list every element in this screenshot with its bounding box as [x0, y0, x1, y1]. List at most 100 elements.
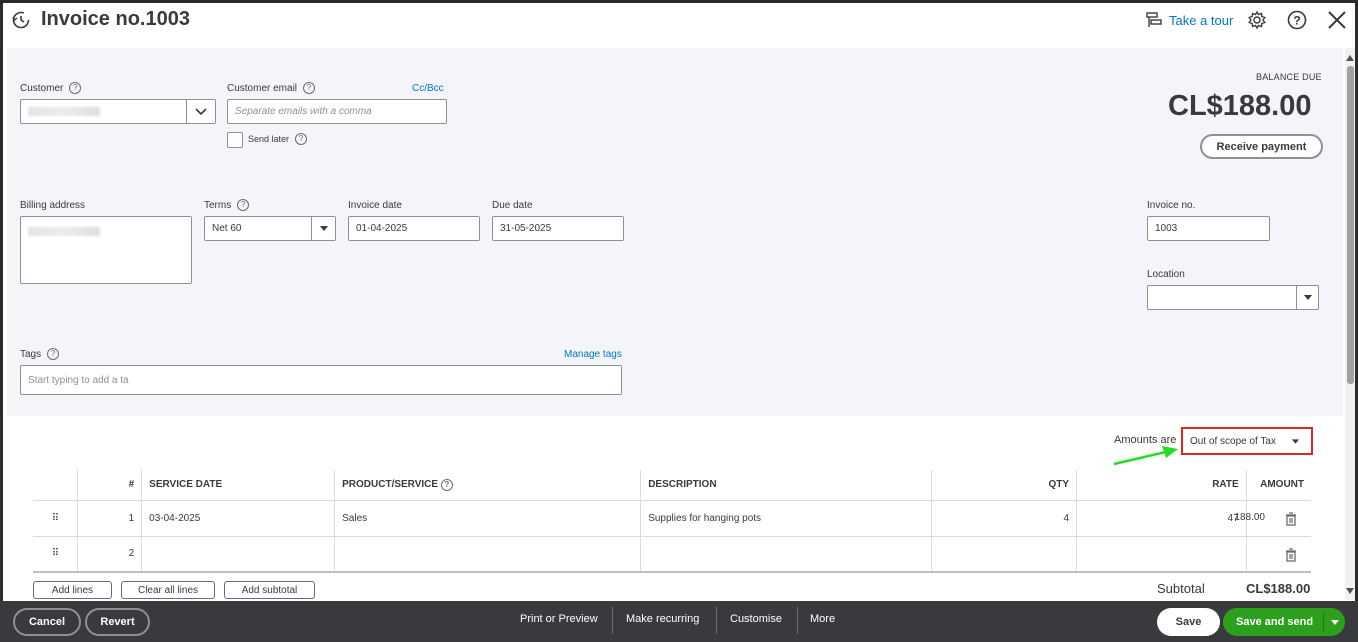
row-description[interactable] [640, 535, 932, 573]
chevron-down-icon[interactable] [186, 100, 215, 123]
send-later-label: Send later? [248, 133, 308, 145]
cc-bcc-link[interactable]: Cc/Bcc [412, 83, 444, 94]
column-header-service-date: SERVICE DATE [141, 470, 335, 500]
scrollbar-thumb[interactable] [1347, 66, 1354, 384]
billing-address-label: Billing address [20, 200, 86, 211]
balance-due-label: BALANCE DUE [1256, 72, 1322, 82]
table-header-row: # SERVICE DATE PRODUCT/SERVICE ? DESCRIP… [33, 470, 1311, 500]
invoice-date-field[interactable]: 01-04-2025 [348, 216, 480, 241]
customer-value-redacted [28, 107, 100, 116]
invoice-no-field[interactable]: 1003 [1147, 216, 1270, 241]
send-later-checkbox[interactable] [227, 132, 243, 148]
caret-down-icon [1292, 439, 1299, 444]
row-amount: 188.00 [1234, 511, 1265, 523]
drag-column-header [33, 470, 77, 500]
footer-divider [612, 607, 613, 634]
save-and-send-button[interactable]: Save and send [1223, 608, 1345, 636]
row-rate[interactable]: 47 [1076, 499, 1247, 536]
help-icon: ? [303, 82, 316, 94]
row-rate[interactable] [1076, 535, 1247, 573]
customise-button[interactable]: Customise [730, 613, 782, 625]
caret-down-icon[interactable] [1331, 620, 1339, 625]
invoice-no-label: Invoice no. [1147, 200, 1196, 211]
row-qty[interactable]: 4 [930, 499, 1077, 536]
location-label: Location [1147, 269, 1185, 280]
help-icon: ? [295, 133, 308, 145]
subtotal-value: CL$188.00 [1246, 581, 1311, 596]
location-select[interactable] [1147, 285, 1319, 310]
svg-text:?: ? [1293, 14, 1300, 28]
row-service-date[interactable] [141, 535, 335, 573]
row-description[interactable]: Supplies for hanging pots [640, 499, 932, 536]
customer-email-label: Customer email? [227, 82, 316, 94]
column-header-description: DESCRIPTION [640, 470, 932, 500]
manage-tags-link[interactable]: Manage tags [564, 349, 622, 360]
billing-address-field[interactable] [20, 216, 192, 284]
save-button[interactable]: Save [1157, 608, 1220, 636]
due-date-field[interactable]: 31-05-2025 [492, 216, 624, 241]
row-product-service[interactable] [334, 535, 641, 573]
due-date-label: Due date [492, 200, 533, 211]
drag-handle-icon[interactable]: ⠿ [33, 499, 78, 536]
footer-divider [797, 607, 798, 634]
terms-value: Net 60 [212, 223, 242, 234]
receive-payment-button[interactable]: Receive payment [1200, 134, 1323, 159]
column-header-number: # [76, 470, 142, 500]
cancel-button[interactable]: Cancel [13, 608, 81, 636]
help-icon[interactable]: ? [1287, 10, 1307, 30]
table-row[interactable]: ⠿ 2 [33, 535, 1311, 573]
recent-history-icon[interactable] [11, 10, 31, 30]
make-recurring-button[interactable]: Make recurring [626, 613, 699, 625]
top-bar: Invoice no.1003 Take a tour ? [3, 3, 1355, 39]
add-lines-button[interactable]: Add lines [33, 581, 112, 599]
column-header-qty: QTY [930, 470, 1077, 500]
tags-placeholder: Start typing to add a ta [28, 374, 129, 386]
row-product-service[interactable]: Sales [334, 499, 641, 536]
add-subtotal-button[interactable]: Add subtotal [224, 581, 315, 599]
table-row[interactable]: ⠿ 1 03-04-2025 Sales Supplies for hangin… [33, 499, 1311, 536]
gear-icon[interactable] [1247, 10, 1267, 30]
revert-button[interactable]: Revert [85, 608, 150, 636]
help-icon: ? [237, 199, 250, 211]
take-tour-label: Take a tour [1169, 12, 1234, 28]
column-header-product-service: PRODUCT/SERVICE ? [334, 470, 641, 500]
terms-select[interactable]: Net 60 [204, 216, 336, 241]
caret-down-icon[interactable] [1296, 286, 1318, 309]
scroll-down-icon[interactable] [1346, 588, 1354, 594]
terms-label: Terms? [204, 199, 250, 211]
tags-label: Tags? [20, 348, 60, 360]
green-arrow-annotation-icon [1113, 446, 1178, 466]
tour-icon [1146, 12, 1162, 27]
footer-divider [716, 607, 717, 634]
amounts-are-value: Out of scope of Tax [1190, 435, 1276, 447]
customer-email-field[interactable]: Separate emails with a comma [227, 99, 447, 124]
caret-down-icon[interactable] [311, 217, 335, 240]
take-tour-link[interactable]: Take a tour [1145, 11, 1233, 29]
clear-all-lines-button[interactable]: Clear all lines [121, 581, 215, 599]
row-qty[interactable] [930, 535, 1077, 573]
drag-handle-icon[interactable]: ⠿ [33, 535, 78, 573]
more-button[interactable]: More [810, 613, 835, 625]
tags-input[interactable]: Start typing to add a ta [20, 365, 622, 395]
print-preview-button[interactable]: Print or Preview [520, 613, 598, 625]
help-icon: ? [69, 82, 82, 94]
customer-select[interactable] [20, 99, 216, 124]
trash-icon[interactable] [1285, 547, 1297, 562]
row-amount-cell[interactable] [1245, 535, 1311, 573]
row-number: 2 [76, 535, 142, 573]
page-title: Invoice no.1003 [41, 8, 190, 30]
line-items-table: # SERVICE DATE PRODUCT/SERVICE ? DESCRIP… [33, 470, 1311, 573]
row-service-date[interactable]: 03-04-2025 [141, 499, 335, 536]
customer-email-placeholder: Separate emails with a comma [235, 106, 372, 117]
save-and-send-label: Save and send [1236, 616, 1314, 628]
close-icon[interactable] [1327, 10, 1347, 30]
billing-address-redacted [28, 227, 100, 236]
customer-label: Customer? [20, 82, 82, 94]
help-icon[interactable]: ? [440, 478, 453, 491]
balance-due-amount: CL$188.00 [1168, 90, 1312, 122]
row-amount-cell[interactable]: 188.00 [1234, 499, 1311, 536]
scroll-up-icon[interactable] [1346, 55, 1354, 61]
trash-icon[interactable] [1285, 511, 1297, 526]
help-icon: ? [47, 348, 60, 360]
amounts-are-select[interactable]: Out of scope of Tax [1181, 427, 1313, 455]
